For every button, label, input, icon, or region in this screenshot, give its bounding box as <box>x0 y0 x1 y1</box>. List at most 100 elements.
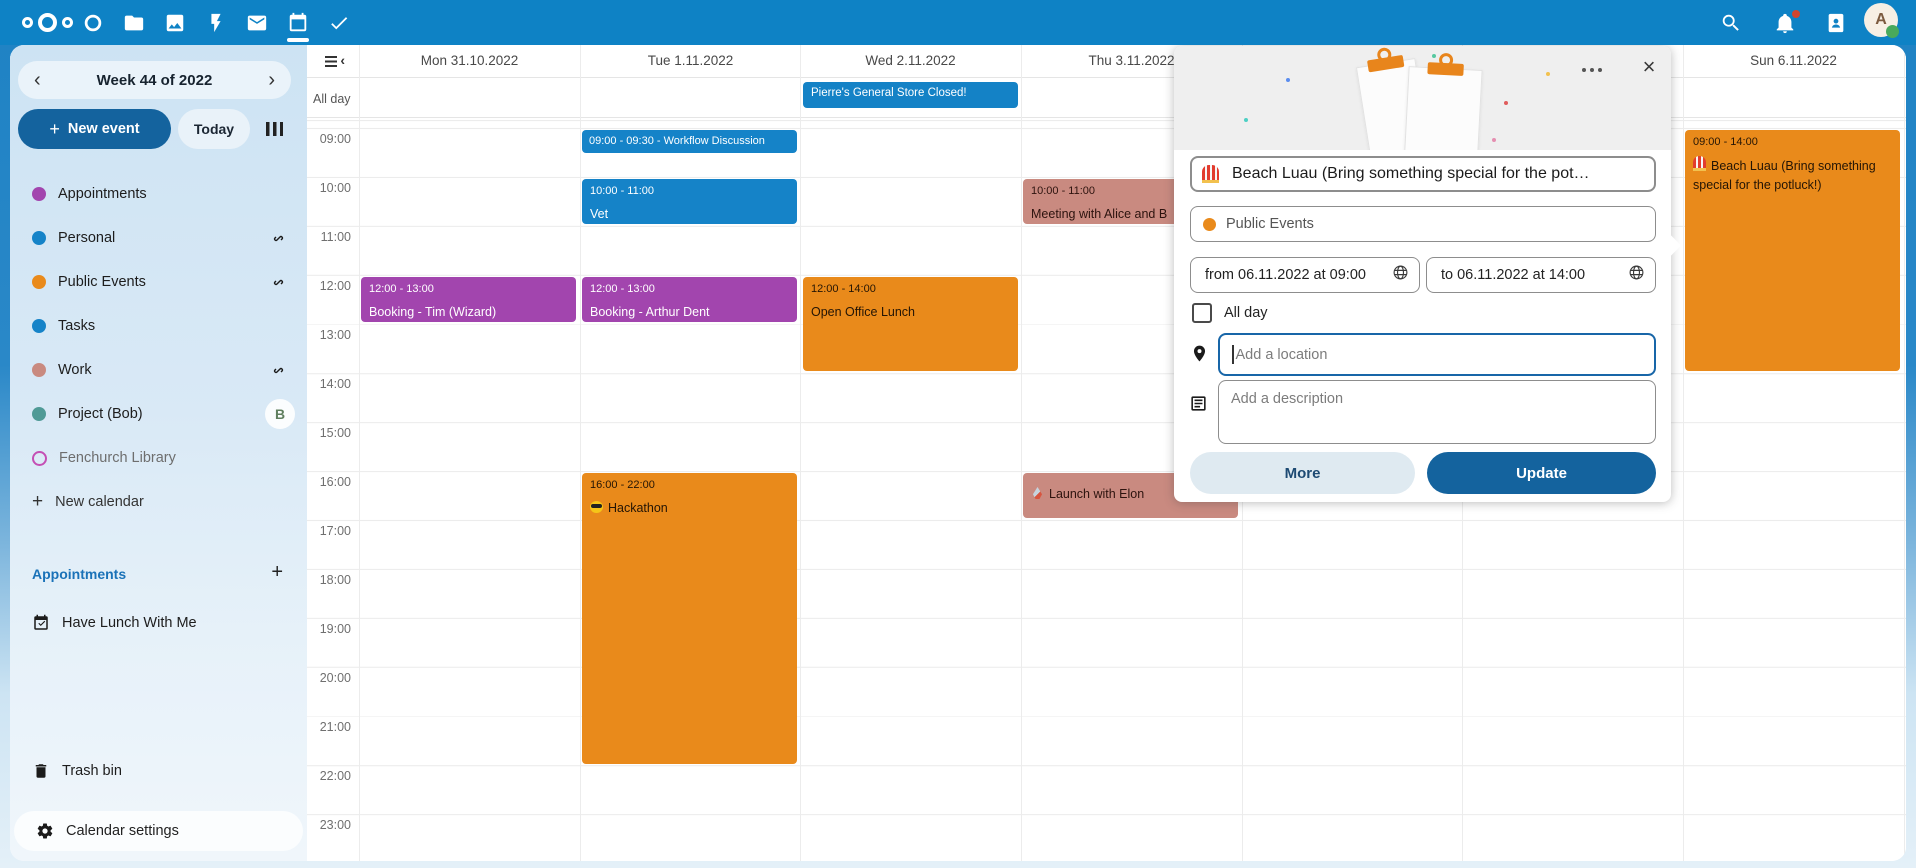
avatar-letter: A <box>1875 11 1887 29</box>
rocket-icon <box>1031 487 1044 499</box>
search-icon[interactable] <box>1720 12 1742 34</box>
globe-icon[interactable] <box>1628 264 1645 286</box>
sidebar-calendar-personal[interactable]: Personal <box>10 222 307 254</box>
shared-by-badge: B <box>265 399 295 429</box>
gear-icon <box>36 822 54 840</box>
event-beach-luau[interactable]: 09:00 - 14:00 Beach Luau (Bring somethin… <box>1685 130 1900 371</box>
trash-bin-button[interactable]: Trash bin <box>10 753 307 789</box>
files-icon[interactable] <box>123 12 145 34</box>
chevron-right-icon[interactable]: › <box>268 70 275 90</box>
circle-app-icon[interactable] <box>82 12 104 34</box>
event-workflow-discussion[interactable]: 09:00 - 09:30 - Workflow Discussion <box>582 130 797 153</box>
new-calendar-button[interactable]: + New calendar <box>10 486 307 518</box>
hour-label: 19:00 <box>307 622 351 636</box>
hour-label: 22:00 <box>307 769 351 783</box>
share-link-icon[interactable] <box>270 274 287 291</box>
close-icon[interactable]: × <box>1636 54 1662 80</box>
appointment-item[interactable]: Have Lunch With Me <box>10 605 307 641</box>
chevron-left-icon[interactable]: ‹ <box>34 70 41 90</box>
day-header: Tue 1.11.2022 <box>580 53 801 68</box>
week-navigation: ‹ Week 44 of 2022 › <box>18 61 291 99</box>
update-button[interactable]: Update <box>1427 452 1656 494</box>
calendar-color-dot <box>32 407 46 421</box>
more-actions-icon[interactable] <box>1582 66 1608 74</box>
calendar-settings-button[interactable]: Calendar settings <box>14 811 303 851</box>
calendar-picker[interactable]: Public Events <box>1190 206 1656 242</box>
add-appointment-icon[interactable]: + <box>271 561 283 584</box>
mail-icon[interactable] <box>246 12 268 34</box>
calendar-icon[interactable] <box>287 12 309 34</box>
today-button[interactable]: Today <box>178 109 250 149</box>
new-event-button[interactable]: + New event <box>18 109 171 149</box>
all-day-event[interactable]: Pierre's General Store Closed! <box>803 82 1018 108</box>
location-input[interactable]: Add a location <box>1218 333 1656 376</box>
all-day-label: All day <box>313 92 351 106</box>
event-title-value: Beach Luau (Bring something special for … <box>1232 165 1590 183</box>
online-status-icon <box>1886 25 1899 38</box>
activity-icon[interactable] <box>205 12 227 34</box>
top-bar: A <box>0 0 1916 45</box>
calendar-color-ring <box>32 451 47 466</box>
sunglasses-icon <box>590 501 603 513</box>
description-input[interactable]: Add a description <box>1218 380 1656 444</box>
tasks-icon[interactable] <box>328 12 350 34</box>
event-hackathon[interactable]: 16:00 - 22:00 Hackathon <box>582 473 797 764</box>
hour-label: 11:00 <box>307 230 351 244</box>
calendar-color-dot <box>32 275 46 289</box>
week-label: Week 44 of 2022 <box>97 72 213 89</box>
new-event-label: New event <box>68 121 140 137</box>
more-button[interactable]: More <box>1190 452 1415 494</box>
calendar-color-dot <box>1203 218 1216 231</box>
plus-icon: + <box>32 491 43 513</box>
sidebar-calendar-tasks[interactable]: Tasks <box>10 310 307 342</box>
sidebar: ‹ Week 44 of 2022 › + New event Today Ap… <box>10 45 307 861</box>
calendar-color-dot <box>32 231 46 245</box>
event-open-office-lunch[interactable]: 12:00 - 14:00 Open Office Lunch <box>803 277 1018 371</box>
collapse-weekends-icon[interactable] <box>325 56 337 67</box>
globe-icon[interactable] <box>1392 264 1409 286</box>
share-link-icon[interactable] <box>270 230 287 247</box>
hour-label: 16:00 <box>307 475 351 489</box>
event-vet[interactable]: 10:00 - 11:00 Vet <box>582 179 797 224</box>
nextcloud-logo-icon[interactable] <box>22 13 74 33</box>
event-booking-arthur-dent[interactable]: 12:00 - 13:00 Booking - Arthur Dent <box>582 277 797 322</box>
sidebar-calendar-fenchurch-library[interactable]: Fenchurch Library <box>10 442 307 474</box>
sidebar-calendar-project-bob[interactable]: Project (Bob) B <box>10 398 307 430</box>
week-view-columns-icon[interactable] <box>266 122 283 136</box>
calendar-check-icon <box>32 614 50 632</box>
trash-icon <box>32 762 50 780</box>
event-illustration <box>1174 46 1671 150</box>
appointments-section-heading: Appointments <box>32 566 126 582</box>
sidebar-calendar-public-events[interactable]: Public Events <box>10 266 307 298</box>
calendar-color-dot <box>32 187 46 201</box>
text-caret <box>1232 345 1234 364</box>
event-booking-tim[interactable]: 12:00 - 13:00 Booking - Tim (Wizard) <box>361 277 576 322</box>
end-datetime-field[interactable]: to 06.11.2022 at 14:00 <box>1426 257 1656 293</box>
share-link-icon[interactable] <box>270 362 287 379</box>
hour-label: 09:00 <box>307 132 351 146</box>
hour-label: 21:00 <box>307 720 351 734</box>
all-day-checkbox[interactable]: All day <box>1192 303 1268 323</box>
sidebar-calendar-work[interactable]: Work <box>10 354 307 386</box>
description-icon <box>1189 394 1209 414</box>
beach-umbrella-icon <box>1202 165 1219 183</box>
contacts-icon[interactable] <box>1825 12 1847 34</box>
hour-label: 12:00 <box>307 279 351 293</box>
hour-label: 23:00 <box>307 818 351 832</box>
calendar-active-indicator <box>287 38 309 42</box>
nextcloud-calendar-app: A ‹ Week 44 of 2022 › + New event Today … <box>0 0 1916 868</box>
start-datetime-field[interactable]: from 06.11.2022 at 09:00 <box>1190 257 1420 293</box>
hour-label: 10:00 <box>307 181 351 195</box>
checkbox-icon <box>1192 303 1212 323</box>
hour-label: 15:00 <box>307 426 351 440</box>
event-title-input[interactable]: Beach Luau (Bring something special for … <box>1190 156 1656 192</box>
calendar-color-dot <box>32 319 46 333</box>
photos-icon[interactable] <box>164 12 186 34</box>
day-header: Mon 31.10.2022 <box>359 53 580 68</box>
hour-label: 13:00 <box>307 328 351 342</box>
day-header: Wed 2.11.2022 <box>800 53 1021 68</box>
event-editor-popup: × Beach Luau (Bring something special fo… <box>1174 46 1671 502</box>
sidebar-calendar-appointments[interactable]: Appointments <box>10 178 307 210</box>
beach-umbrella-icon <box>1693 156 1706 171</box>
hour-label: 17:00 <box>307 524 351 538</box>
